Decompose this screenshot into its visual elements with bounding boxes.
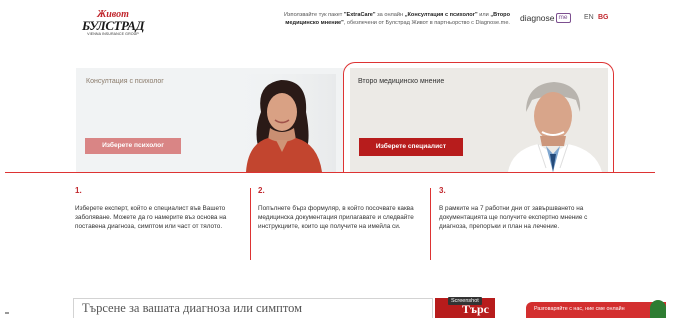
step-text: В рамките на 7 работни дни от завършване…: [439, 205, 588, 230]
hero-divider-line: [5, 172, 655, 173]
psychologist-card: Консултация с психолог: [76, 68, 344, 172]
step-divider: [250, 188, 251, 260]
partner-name: diagnose: [520, 13, 555, 23]
diagnosis-search-input[interactable]: Търсене за вашата диагноза или симптом: [73, 298, 433, 318]
lang-bg-link[interactable]: BG: [598, 14, 609, 21]
choose-specialist-button[interactable]: Изберете специалист: [359, 138, 463, 156]
header-package-note: Използвайте тук пакет "ExtraCare" за онл…: [283, 12, 510, 27]
step-number: 2.: [258, 186, 265, 195]
doctor-portrait: [508, 82, 602, 172]
step-2: 2. Попълнете бърз формуляр, в който посо…: [258, 186, 418, 231]
step-number: 3.: [439, 186, 446, 195]
bulstrad-logo[interactable]: Живот БУЛСТРАД VIENNA INSURANCE GROUP: [80, 10, 146, 38]
logo-group-text: VIENNA INSURANCE GROUP: [87, 32, 139, 36]
step-text: Попълнете бърз формуляр, в който посочва…: [258, 205, 414, 230]
second-opinion-card-title: Второ медицинско мнение: [358, 78, 445, 85]
step-number: 1.: [75, 186, 82, 195]
live-chat-button[interactable]: Разговаряйте с нас, ние сме онлайн: [526, 302, 666, 318]
step-1: 1. Изберете експерт, който е специалист …: [75, 186, 245, 231]
psychologist-card-title: Консултация с психолог: [86, 78, 164, 85]
step-text: Изберете експерт, който е специалист във…: [75, 205, 227, 230]
lang-en-link[interactable]: EN: [584, 14, 594, 21]
partner-me-badge: me: [555, 13, 571, 23]
psychologist-portrait: [226, 74, 336, 172]
scroll-marker: [5, 312, 9, 314]
step-divider: [430, 188, 431, 260]
diagnose-me-logo[interactable]: diagnose me: [520, 13, 571, 23]
chat-bubble-icon[interactable]: [650, 300, 666, 318]
step-3: 3. В рамките на 7 работни дни от завършв…: [439, 186, 614, 231]
screenshot-tooltip: Screenshot: [448, 297, 482, 305]
logo-wordmark: БУЛСТРАД: [81, 18, 145, 33]
choose-psychologist-button[interactable]: Изберете психолог: [85, 138, 181, 154]
second-opinion-card: Второ медицинско мнение: [350, 68, 608, 172]
